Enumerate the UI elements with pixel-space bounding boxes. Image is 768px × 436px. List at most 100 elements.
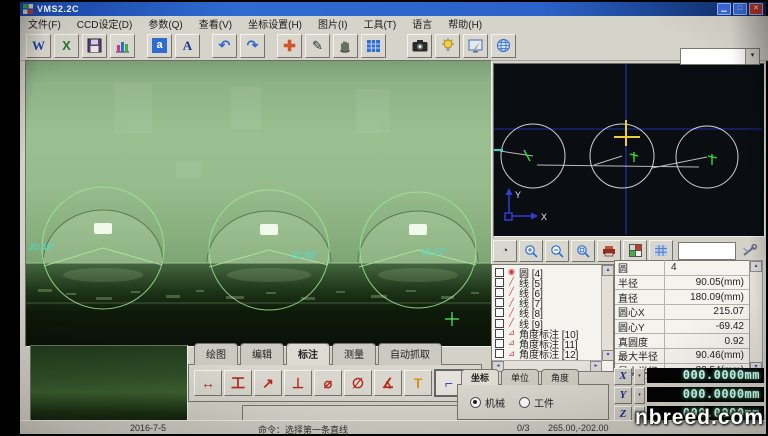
menu-language[interactable]: 语言 <box>412 16 432 31</box>
feature-checkbox[interactable] <box>495 349 504 358</box>
menu-view[interactable]: 查看(V) <box>199 16 232 31</box>
feature-checkbox[interactable] <box>495 278 504 287</box>
leader-line-icon: ⌐ <box>445 375 453 391</box>
zoom-in-button[interactable] <box>519 240 543 262</box>
scroll-up-icon[interactable]: ▴ <box>602 265 614 276</box>
line-feature-icon: ╱ <box>507 309 516 317</box>
radio-machine-icon[interactable] <box>470 397 481 408</box>
font-large-button[interactable]: A <box>175 34 200 58</box>
dim-horizontal-button[interactable]: ↔ <box>194 370 222 396</box>
tab-draw[interactable]: 绘图 <box>194 343 238 365</box>
feature-row-line[interactable]: ╱线 [5] <box>493 277 601 287</box>
show-grid-button[interactable] <box>649 240 673 262</box>
property-table-scrollbar[interactable]: ▴ ▾ <box>749 260 763 374</box>
dim-angle-button[interactable]: ∡ <box>374 370 402 396</box>
dim-aligned-button[interactable]: ↗ <box>254 370 282 396</box>
feature-row-line[interactable]: ╱线 [7] <box>493 298 601 308</box>
feature-list-vscrollbar[interactable]: ▴ ▾ <box>601 265 613 361</box>
excel-icon: X <box>62 38 71 53</box>
minimize-button[interactable]: ▁ <box>717 3 731 15</box>
dro-row-y: Y ▾ 000.0000mm <box>614 387 764 404</box>
undo-button[interactable]: ↶ <box>212 34 237 58</box>
tab-angle[interactable]: 角度 <box>541 369 579 385</box>
feature-row-line[interactable]: ╱线 [6] <box>493 287 601 297</box>
save-button[interactable] <box>82 34 107 58</box>
camera-live-view[interactable]: 20.42° 20.93° 19.17° <box>25 60 492 347</box>
menu-file[interactable]: 文件(F) <box>28 16 61 31</box>
tab-annotate[interactable]: 标注 <box>286 343 330 365</box>
export-excel-button[interactable]: X <box>54 34 79 58</box>
zoom-fit-button[interactable] <box>571 240 595 262</box>
dim-vertical-button[interactable]: 工 <box>224 370 252 396</box>
axis-y-button[interactable]: Y <box>614 387 632 404</box>
feature-checkbox[interactable] <box>495 288 504 297</box>
redo-button[interactable]: ↷ <box>240 34 265 58</box>
color-grid-button[interactable] <box>623 240 647 262</box>
dim-text-button[interactable]: T <box>404 370 432 396</box>
tab-autocapture[interactable]: 自动抓取 <box>378 343 442 365</box>
export-word-button[interactable]: W <box>26 34 51 58</box>
menu-image[interactable]: 图片(I) <box>318 16 347 31</box>
chevron-down-icon[interactable]: ▾ <box>745 49 759 64</box>
menu-parameters[interactable]: 参数(Q) <box>148 16 182 31</box>
tab-coordinates[interactable]: 坐标 <box>461 369 499 385</box>
axis-y-spinner[interactable]: ▾ <box>634 387 645 404</box>
pan-hand-button[interactable] <box>333 34 358 58</box>
dim-diameter-button[interactable]: ⌀ <box>314 370 342 396</box>
menu-coordinate-settings[interactable]: 坐标设置(H) <box>248 16 302 31</box>
menu-tools[interactable]: 工具(T) <box>363 16 396 31</box>
feature-checkbox[interactable] <box>495 339 504 348</box>
blue-grid-icon <box>654 244 668 257</box>
property-name: 圆 <box>615 260 665 275</box>
tab-edit[interactable]: 编辑 <box>240 343 284 365</box>
rotate-view-button[interactable]: ◔ <box>493 240 517 262</box>
menu-help[interactable]: 帮助(H) <box>448 16 482 31</box>
capture-thumbnail <box>30 345 188 431</box>
feature-checkbox[interactable] <box>495 308 504 317</box>
scroll-down-icon[interactable]: ▾ <box>602 350 614 361</box>
font-small-button[interactable]: a <box>147 34 172 58</box>
function-tabs: 绘图 编辑 标注 测量 自动抓取 <box>188 343 482 365</box>
feature-checkbox[interactable] <box>495 319 504 328</box>
menu-ccd-settings[interactable]: CCD设定(D) <box>77 16 133 31</box>
grid-table-button[interactable] <box>361 34 386 58</box>
camera-icon <box>412 39 428 52</box>
cad-preview[interactable]: Y X <box>493 63 765 237</box>
feature-row-line[interactable]: ╱线 [8] <box>493 308 601 318</box>
light-control-button[interactable] <box>435 34 460 58</box>
add-point-button[interactable]: ✚ <box>277 34 302 58</box>
draw-pen-button[interactable]: ✎ <box>305 34 330 58</box>
feature-checkbox[interactable] <box>495 298 504 307</box>
capture-image-button[interactable] <box>407 34 432 58</box>
print-button[interactable] <box>597 240 621 262</box>
radio-workpiece[interactable]: 工件 <box>519 395 554 410</box>
status-command: 命令：选择第一条直线 <box>258 423 348 436</box>
magnification-select[interactable]: ▾ <box>680 48 760 65</box>
language-globe-button[interactable] <box>491 34 516 58</box>
watermark: nbreed.com <box>635 406 764 430</box>
feature-row-angle[interactable]: ⊿角度标注 [12] <box>493 349 601 359</box>
dim-radius-button[interactable]: ∅ <box>344 370 372 396</box>
zoom-out-button[interactable] <box>545 240 569 262</box>
dim-perpendicular-button[interactable]: ⊥ <box>284 370 312 396</box>
tab-units[interactable]: 单位 <box>501 369 539 385</box>
dim-aligned-icon: ↗ <box>262 375 274 392</box>
screen-edit-button[interactable] <box>463 34 488 58</box>
radio-workpiece-icon[interactable] <box>519 397 530 408</box>
feature-checkbox[interactable] <box>495 268 504 277</box>
property-value: 215.07 <box>665 306 749 317</box>
axis-x-button[interactable]: X <box>614 368 632 385</box>
close-button[interactable]: ✕ <box>749 3 763 15</box>
radio-machine[interactable]: 机械 <box>470 395 505 410</box>
cad-value-input[interactable] <box>678 242 736 260</box>
tool-button[interactable] <box>738 241 760 261</box>
scroll-up-icon[interactable]: ▴ <box>750 261 762 272</box>
report-chart-button[interactable] <box>110 34 135 58</box>
axis-x-spinner[interactable]: ▾ <box>634 368 645 385</box>
feature-checkbox[interactable] <box>495 329 504 338</box>
property-value: -69.42 <box>665 321 749 332</box>
main-toolbar: W X a A ↶ ↷ ✚ ✎ <box>20 31 768 61</box>
maximize-button[interactable]: □ <box>733 3 747 15</box>
tab-measure[interactable]: 测量 <box>332 343 376 365</box>
feature-row-circle[interactable]: ◉圆 [4] <box>493 267 601 277</box>
